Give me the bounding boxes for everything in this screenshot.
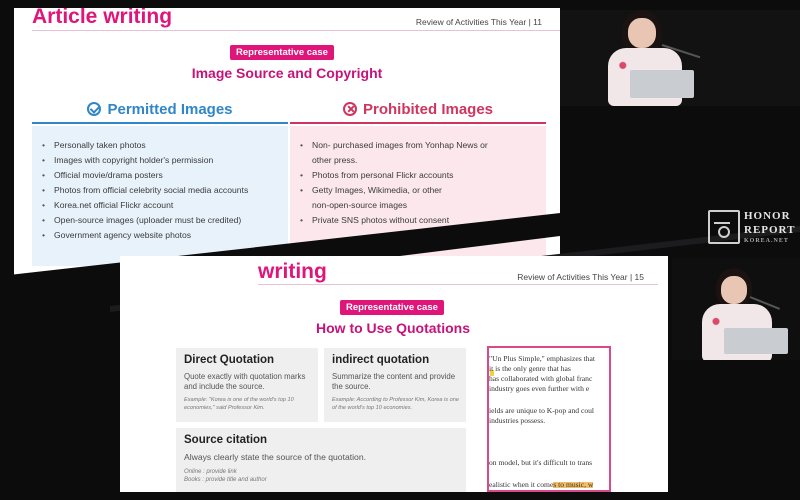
list-item: Photos from personal Flickr accounts [300, 168, 538, 183]
slide-subtitle: How to Use Quotations [316, 320, 470, 336]
slide-title: Article writing [32, 8, 173, 28]
slide-header: Review of Activities This Year | 11 [415, 17, 542, 27]
prohibited-heading-text: Prohibited Images [362, 100, 494, 118]
list-item: Non- purchased images from Yonhap News o… [300, 138, 538, 153]
clipping-line: industries possess. [489, 416, 546, 425]
list-item: Private SNS photos without consent [300, 213, 538, 228]
slide-title: writing [258, 260, 327, 283]
list-item: Korea.net official Flickr account [42, 198, 280, 213]
source-citation-box: Source citation Always clearly state the… [176, 428, 466, 492]
permitted-list-box: Personally taken photos Images with copy… [32, 126, 288, 266]
list-item: Images with copyright holder's permissio… [42, 153, 280, 168]
source-online: Online : provide link [184, 469, 237, 475]
indirect-quotation-box: indirect quotation Summarize the content… [324, 348, 466, 422]
slide-image-copyright: Article writing Review of Activities Thi… [14, 8, 560, 276]
video-frame: Article writing Review of Activities Thi… [0, 0, 800, 500]
permitted-list: Personally taken photos Images with copy… [42, 138, 280, 243]
permitted-heading-text: Permitted Images [107, 100, 233, 118]
clipping-line: ealistic when it comes to music, w [489, 480, 594, 489]
slide-header: Review of Activities This Year | 15 [517, 272, 644, 282]
direct-quotation-desc: Quote exactly with quotation marks and i… [184, 372, 306, 391]
direct-quotation-title: Direct Quotation [184, 354, 275, 366]
direct-quotation-box: Direct Quotation Quote exactly with quot… [176, 348, 318, 422]
list-item: Personally taken photos [42, 138, 280, 153]
indirect-quotation-title: indirect quotation [332, 354, 430, 366]
list-item-continued: other press. [312, 155, 358, 165]
prohibited-list: Non- purchased images from Yonhap News o… [300, 138, 538, 228]
slide-quotations: writing Review of Activities This Year |… [120, 256, 668, 492]
x-circle-icon [342, 102, 357, 116]
clipping-line: it is the only genre that has [489, 364, 571, 373]
clipping-line: on model, but it's difficult to trans [489, 458, 593, 467]
clipping-line: "Un Plus Simple," emphasizes that [489, 354, 595, 363]
logo-mark-icon [708, 210, 740, 244]
source-books: Books : provide title and author [184, 477, 267, 483]
check-circle-icon [87, 102, 102, 116]
indirect-quotation-desc: Summarize the content and provide the so… [332, 372, 456, 391]
prohibited-images-panel: Prohibited Images Non- purchased images … [290, 96, 546, 266]
indirect-quotation-example: Example: According to Professor Kim, Kor… [332, 397, 459, 411]
representative-case-tag: Representative case [230, 45, 334, 60]
slide-subtitle: Image Source and Copyright [191, 65, 383, 81]
honorary-reporters-logo: HONOR REPORT KOREA.NET [706, 206, 800, 246]
permitted-images-heading: Permitted Images [32, 96, 288, 124]
list-item: Getty Images, Wikimedia, or other [300, 183, 538, 198]
clipping-line: ields are unique to K-pop and coul [489, 406, 595, 415]
laptop [630, 70, 694, 98]
prohibited-list-box: Non- purchased images from Yonhap News o… [290, 126, 546, 266]
representative-case-tag: Representative case [340, 300, 444, 315]
prohibited-images-heading: Prohibited Images [290, 96, 546, 124]
source-citation-desc: Always clearly state the source of the q… [184, 452, 367, 462]
direct-quotation-example: Example: "Korea is one of the world's to… [184, 397, 294, 411]
title-divider [258, 284, 658, 285]
list-item: Open-source images (uploader must be cre… [42, 213, 280, 228]
clipping-line: has collaborated with global franc [489, 374, 593, 383]
logo-text-line3: KOREA.NET [744, 238, 789, 244]
speaker-camera-feed-bottom [672, 258, 800, 360]
title-divider [32, 30, 560, 31]
permitted-images-panel: Permitted Images Personally taken photos… [32, 96, 288, 266]
article-clipping: "Un Plus Simple," emphasizes that it is … [487, 346, 611, 492]
list-item: Government agency website photos [42, 228, 280, 243]
source-citation-title: Source citation [184, 434, 268, 446]
list-item-continued: non-open-source images [312, 200, 408, 210]
laptop [724, 328, 788, 354]
clipping-line: industry goes even further with e [489, 384, 590, 393]
speaker-camera-feed-top [560, 10, 800, 106]
logo-text-line2: REPORT [744, 224, 796, 236]
list-item: Photos from official celebrity social me… [42, 183, 280, 198]
list-item: Official movie/drama posters [42, 168, 280, 183]
logo-text-line1: HONOR [744, 210, 791, 222]
source-citation-examples: Online : provide link Books : provide ti… [184, 468, 460, 484]
